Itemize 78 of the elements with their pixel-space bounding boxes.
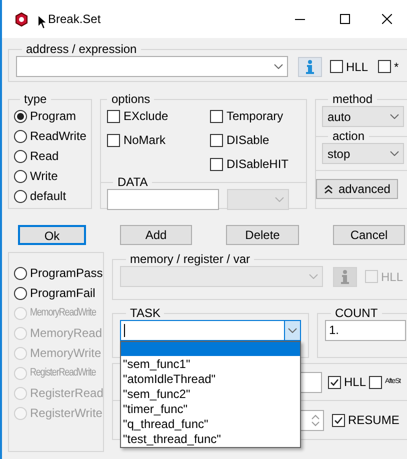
- radio-label: RegisterWrite: [30, 405, 102, 422]
- list-item[interactable]: "timer_func": [121, 402, 300, 416]
- checkbox[interactable]: [328, 376, 341, 388]
- group-label: type: [23, 92, 48, 106]
- minimize-icon: [294, 18, 304, 20]
- list-item[interactable]: "sem_func2": [121, 387, 300, 401]
- address-field[interactable]: [16, 56, 288, 77]
- checkbox[interactable]: [107, 134, 120, 146]
- radio-button[interactable]: [14, 110, 27, 122]
- checkbox[interactable]: [330, 60, 343, 73]
- mouse-cursor-icon: [37, 14, 47, 30]
- checkbox-label: RESUME: [348, 412, 400, 429]
- group-label: COUNT: [334, 306, 379, 320]
- dialog-button[interactable]: Delete: [226, 225, 299, 245]
- info-button[interactable]: [298, 56, 322, 76]
- radio-label: RegisterRead: [30, 385, 104, 402]
- checkbox-label: EXclude: [123, 108, 168, 125]
- radio-label: default: [30, 188, 66, 205]
- group-label: DATA: [116, 175, 149, 189]
- list-item[interactable]: "atomIdleThread": [121, 372, 300, 386]
- list-item[interactable]: "test_thread_func": [121, 432, 300, 446]
- radio-label: ProgramFail: [30, 285, 96, 302]
- group-label: memory / register / var: [129, 252, 252, 266]
- spinner-arrows-icon: [311, 414, 320, 426]
- count-field[interactable]: 1.: [325, 320, 406, 341]
- radio-button[interactable]: [14, 190, 27, 202]
- radio-label: MemoryWrite: [30, 345, 102, 362]
- advanced-button[interactable]: advanced: [316, 179, 398, 199]
- group-label: address / expression: [25, 42, 138, 56]
- app-icon: [14, 12, 29, 26]
- checkbox[interactable]: [369, 376, 382, 388]
- group-label: options: [110, 92, 152, 106]
- checkbox-label: HLL: [344, 374, 366, 391]
- text-cursor: [124, 324, 125, 337]
- checkbox[interactable]: [332, 414, 345, 426]
- radio-button[interactable]: [14, 286, 27, 300]
- radio-button[interactable]: [14, 150, 27, 162]
- checkbox-label: Temporary: [226, 108, 284, 125]
- data-field[interactable]: [107, 189, 220, 210]
- checkbox[interactable]: [378, 60, 392, 73]
- checkbox-label: HLL: [346, 58, 368, 76]
- radio-button[interactable]: [14, 130, 27, 142]
- list-item[interactable]: "q_thread_func": [121, 417, 300, 431]
- checkbox-label: *: [394, 58, 399, 76]
- method-dropdown[interactable]: auto: [322, 106, 404, 127]
- checkbox[interactable]: [210, 158, 224, 170]
- dialog-button[interactable]: Cancel: [333, 225, 405, 245]
- maximize-icon: [340, 14, 350, 24]
- radio-button[interactable]: [14, 266, 27, 280]
- radio-label: MemoryRead: [30, 325, 102, 342]
- action-dropdown[interactable]: stop: [322, 143, 404, 164]
- radio-label: MemoryReadWrite: [30, 305, 96, 320]
- radio-label: ProgramPass: [30, 265, 103, 282]
- info-icon: [306, 60, 314, 74]
- dialog-button[interactable]: Ok: [18, 225, 86, 245]
- group-label: method: [331, 92, 374, 106]
- list-item[interactable]: "sem_func1": [121, 357, 300, 371]
- radio-button[interactable]: [14, 170, 27, 182]
- radio-label: Program: [30, 108, 76, 125]
- window-title: Break.Set: [48, 11, 101, 28]
- checkbox-label: DISableHIT: [226, 156, 288, 173]
- checkbox-label: NoMark: [123, 132, 166, 149]
- group-label: action: [331, 129, 366, 143]
- radio-label: RegisterReadWrite: [30, 365, 96, 380]
- close-icon: [382, 14, 392, 24]
- dialog-button[interactable]: Add: [120, 225, 192, 245]
- checkbox[interactable]: [210, 110, 224, 122]
- radio-label: ReadWrite: [30, 128, 86, 145]
- checkbox-label: HLL: [381, 268, 404, 286]
- checkbox[interactable]: [107, 110, 120, 122]
- double-chevron-up-icon: [324, 184, 334, 194]
- radio-label: Read: [30, 148, 59, 165]
- checkbox-label: DISable: [226, 132, 270, 149]
- task-dropdown[interactable]: [120, 320, 301, 341]
- group-label: TASK: [129, 306, 162, 320]
- radio-label: Write: [30, 168, 58, 185]
- info-icon: [341, 270, 349, 284]
- checkbox[interactable]: [210, 134, 224, 146]
